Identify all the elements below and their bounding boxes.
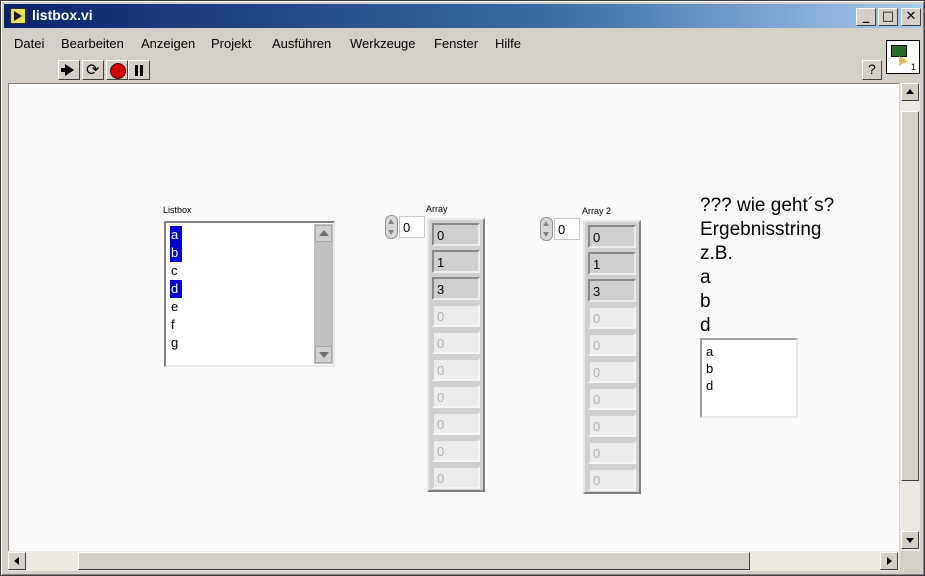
array2-element[interactable]: 1 — [588, 252, 636, 275]
array2-element[interactable]: 0 — [588, 360, 636, 383]
array2-index-field[interactable]: 0 — [554, 218, 580, 240]
listbox-scroll-up-icon[interactable] — [315, 225, 332, 242]
listbox-label: Listbox — [163, 205, 192, 215]
menu-werkzeuge[interactable]: Werkzeuge — [350, 36, 416, 51]
listbox-items: abcdefg — [170, 226, 182, 352]
horizontal-scrollbar[interactable] — [8, 551, 900, 571]
array-element[interactable]: 0 — [432, 331, 480, 354]
vertical-scroll-thumb[interactable] — [901, 111, 919, 481]
menu-hilfe[interactable]: Hilfe — [495, 36, 521, 51]
array2-element[interactable]: 0 — [588, 387, 636, 410]
maximize-button[interactable]: □ — [878, 8, 898, 26]
array2-element[interactable]: 0 — [588, 306, 636, 329]
array2-element[interactable]: 0 — [588, 441, 636, 464]
menu-datei[interactable]: Datei — [14, 36, 44, 51]
vi-icon[interactable]: 1 — [886, 40, 920, 74]
array-element[interactable]: 0 — [432, 304, 480, 327]
result-line: d — [706, 378, 714, 393]
run-arrow-icon[interactable] — [58, 60, 80, 80]
result-line: a — [706, 344, 714, 359]
array2-index-spinner-icon[interactable] — [540, 217, 553, 241]
vi-icon-arrow — [899, 56, 908, 66]
menu-ausfuehren[interactable]: Ausführen — [272, 36, 331, 51]
array-index-spinner-icon[interactable] — [385, 215, 398, 239]
annotation-line: ??? wie geht´s? — [700, 195, 835, 216]
array-control[interactable]: 0 1 3 0 0 0 0 0 0 0 — [427, 218, 485, 492]
annotation-line: z.B. — [700, 243, 733, 264]
array-element[interactable]: 0 — [432, 466, 480, 489]
listbox-item[interactable]: e — [170, 298, 182, 316]
listbox-scroll-down-icon[interactable] — [315, 346, 332, 363]
abort-icon[interactable] — [106, 60, 128, 80]
array-element[interactable]: 0 — [432, 439, 480, 462]
array-element[interactable]: 0 — [432, 385, 480, 408]
array2-element[interactable]: 0 — [588, 414, 636, 437]
pause-icon[interactable] — [128, 60, 150, 80]
annotation-line: d — [700, 315, 711, 336]
array2-element[interactable]: 0 — [588, 333, 636, 356]
close-button[interactable]: ✕ — [901, 8, 921, 26]
scroll-up-icon[interactable] — [901, 83, 919, 101]
free-label-annotation: ??? wie geht´s? Ergebnisstring z.B. a b d — [700, 194, 834, 338]
minimize-button[interactable]: _ — [856, 8, 876, 26]
listbox-item[interactable]: b — [170, 244, 182, 262]
array-element[interactable]: 0 — [432, 412, 480, 435]
array2-label: Array 2 — [582, 206, 612, 216]
array-element[interactable]: 0 — [432, 358, 480, 381]
horizontal-scroll-thumb[interactable] — [78, 552, 750, 570]
scroll-down-icon[interactable] — [901, 531, 919, 549]
toolbar — [4, 57, 884, 81]
menu-bearbeiten[interactable]: Bearbeiten — [61, 36, 124, 51]
menu-fenster[interactable]: Fenster — [434, 36, 478, 51]
result-line: b — [706, 361, 714, 376]
title-bar: listbox.vi _ □ ✕ — [4, 4, 921, 28]
annotation-line: Ergebnisstring — [700, 219, 822, 240]
context-help-icon[interactable] — [862, 60, 882, 80]
window-title: listbox.vi — [32, 7, 93, 23]
front-panel: Listbox abcdefg 0 Array 0130000000 0 Arr… — [8, 83, 899, 551]
array-index-control[interactable]: 0 — [385, 214, 425, 240]
scroll-left-icon[interactable] — [8, 552, 26, 570]
array2-index-control[interactable]: 0 — [540, 216, 580, 242]
listbox[interactable]: abcdefg — [164, 221, 335, 367]
array-element[interactable]: 3 — [432, 277, 480, 300]
array2-element[interactable]: 0 — [588, 468, 636, 491]
listbox-item[interactable]: a — [170, 226, 182, 244]
result-string-indicator[interactable]: abd — [700, 338, 798, 418]
array-index-field[interactable]: 0 — [399, 216, 425, 238]
menu-anzeigen[interactable]: Anzeigen — [141, 36, 195, 51]
scrollbar-corner — [900, 551, 920, 571]
run-continuously-icon[interactable] — [82, 60, 104, 80]
vi-icon-number: 1 — [910, 62, 916, 72]
array-element[interactable]: 1 — [432, 250, 480, 273]
scroll-right-icon[interactable] — [880, 552, 898, 570]
listbox-item[interactable]: d — [170, 280, 182, 298]
array-element[interactable]: 0 — [432, 223, 480, 246]
vertical-scrollbar[interactable] — [900, 83, 920, 551]
listbox-item[interactable]: g — [170, 334, 182, 352]
array2-element[interactable]: 3 — [588, 279, 636, 302]
labview-app-icon — [10, 8, 26, 24]
listbox-item[interactable]: c — [170, 262, 182, 280]
annotation-line: b — [700, 291, 711, 312]
annotation-line: a — [700, 267, 711, 288]
vi-window: listbox.vi _ □ ✕ Datei Bearbeiten Anzeig… — [0, 0, 925, 576]
array2-element[interactable]: 0 — [588, 225, 636, 248]
array2-control[interactable]: 0 1 3 0 0 0 0 0 0 0 — [583, 220, 641, 494]
menu-bar: Datei Bearbeiten Anzeigen Projekt Ausfüh… — [4, 31, 884, 55]
listbox-scrollbar[interactable] — [314, 224, 333, 364]
menu-projekt[interactable]: Projekt — [211, 36, 251, 51]
listbox-item[interactable]: f — [170, 316, 182, 334]
array-label: Array — [426, 204, 448, 214]
